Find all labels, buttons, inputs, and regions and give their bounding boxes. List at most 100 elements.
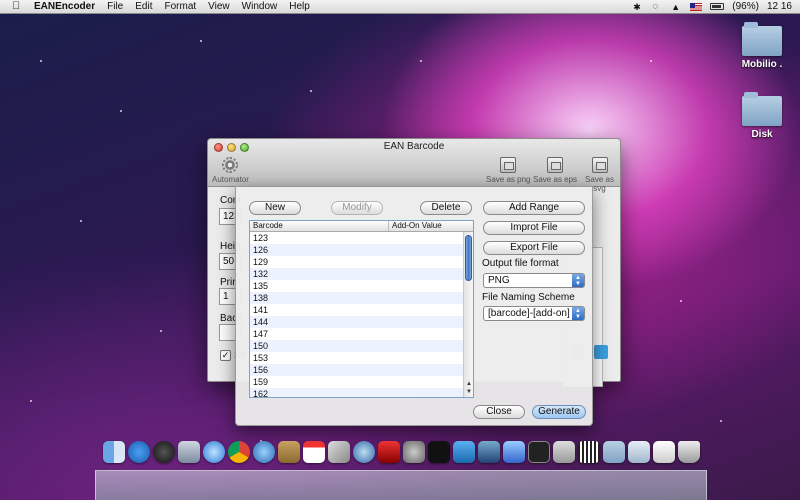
photo-booth-icon[interactable] xyxy=(378,441,400,463)
show-checkbox[interactable]: ✓ xyxy=(220,350,231,361)
barcode-cell: 141 xyxy=(253,305,269,315)
import-file-button[interactable]: Improt File xyxy=(483,221,585,235)
window-title: EAN Barcode xyxy=(383,141,445,152)
apple-menu-icon[interactable]:  xyxy=(12,1,22,12)
table-header: Barcode Add-On Value xyxy=(250,221,473,232)
save-svg-icon xyxy=(591,157,608,173)
output-format-value: PNG xyxy=(488,275,510,286)
barcode-list-sheet: New Modify Delete Barcode Add-On Value 1… xyxy=(235,186,593,426)
modify-button[interactable]: Modify xyxy=(331,201,383,215)
menu-clock[interactable]: 12 16 xyxy=(767,1,792,12)
menu-edit[interactable]: Edit xyxy=(129,0,158,14)
table-row[interactable]: 135 xyxy=(250,280,473,292)
scroll-up-icon[interactable]: ▲ xyxy=(466,381,472,387)
naming-scheme-value: [barcode]-[add-on] xyxy=(488,308,570,319)
app-blue-icon[interactable] xyxy=(503,441,525,463)
table-row[interactable]: 138 xyxy=(250,292,473,304)
twitter-icon[interactable] xyxy=(594,345,608,359)
table-row[interactable]: 162 xyxy=(250,388,473,397)
close-button[interactable]: Close xyxy=(473,405,525,419)
menu-view[interactable]: View xyxy=(202,0,236,14)
barcode-app-icon[interactable] xyxy=(578,441,600,463)
facetime-icon[interactable] xyxy=(253,441,275,463)
table-row[interactable]: 150 xyxy=(250,340,473,352)
scrollbar-thumb[interactable] xyxy=(465,235,472,281)
desktop-folder-disk[interactable]: Disk xyxy=(727,92,797,140)
xcode-icon[interactable] xyxy=(478,441,500,463)
table-rows: 123 126 129 132 135 138 141 144 147 150 153 156 159 1… xyxy=(250,232,473,397)
safari-icon[interactable] xyxy=(203,441,225,463)
desktop-folder-mobilio[interactable]: Mobilio . xyxy=(727,22,797,70)
barcode-cell: 144 xyxy=(253,317,269,327)
document-stack-icon[interactable] xyxy=(653,441,675,463)
table-row[interactable]: 147 xyxy=(250,328,473,340)
notes-icon[interactable] xyxy=(278,441,300,463)
automator-button[interactable]: Automator xyxy=(212,157,249,184)
barcode-cell: 147 xyxy=(253,329,269,339)
column-barcode[interactable]: Barcode xyxy=(250,221,389,231)
menu-window[interactable]: Window xyxy=(236,0,284,14)
barcode-cell: 135 xyxy=(253,281,269,291)
table-row[interactable]: 153 xyxy=(250,352,473,364)
menu-format[interactable]: Format xyxy=(158,0,202,14)
barcode-cell: 126 xyxy=(253,245,269,255)
documents-folder-icon[interactable] xyxy=(628,441,650,463)
table-row[interactable]: 126 xyxy=(250,244,473,256)
automator-label: Automator xyxy=(212,175,249,184)
naming-scheme-label: File Naming Scheme xyxy=(482,292,575,303)
wifi-icon[interactable]: ◌ xyxy=(652,1,663,12)
system-preferences-icon[interactable] xyxy=(403,441,425,463)
itunes-icon[interactable] xyxy=(353,441,375,463)
menu-help[interactable]: Help xyxy=(283,0,316,14)
save-eps-label: Save as eps xyxy=(533,175,578,184)
table-row[interactable]: 132 xyxy=(250,268,473,280)
battery-percent: (96%) xyxy=(732,1,759,12)
table-row[interactable]: 129 xyxy=(250,256,473,268)
new-button[interactable]: New xyxy=(249,201,301,215)
table-row[interactable]: 123 xyxy=(250,232,473,244)
ean-encoder-icon[interactable] xyxy=(453,441,475,463)
export-file-button[interactable]: Export File xyxy=(483,241,585,255)
finder-icon[interactable] xyxy=(103,441,125,463)
table-row[interactable]: 159 xyxy=(250,376,473,388)
downloads-folder-icon[interactable] xyxy=(603,441,625,463)
menu-file[interactable]: File xyxy=(101,0,129,14)
menu-app-name[interactable]: EANEncoder xyxy=(30,0,101,14)
column-addon[interactable]: Add-On Value xyxy=(389,221,442,231)
naming-scheme-select[interactable]: [barcode]-[add-on] ▲ ▼ xyxy=(483,306,585,321)
barcode-cell: 159 xyxy=(253,377,269,387)
trash-icon[interactable] xyxy=(678,441,700,463)
chrome-icon[interactable] xyxy=(228,441,250,463)
barcode-cell: 150 xyxy=(253,341,269,351)
save-png-button[interactable]: Save as png xyxy=(486,157,530,184)
preview-icon[interactable] xyxy=(178,441,200,463)
volume-icon[interactable]: ▲ xyxy=(671,2,682,12)
app-store-icon[interactable] xyxy=(128,441,150,463)
input-source-flag-icon[interactable] xyxy=(690,2,703,11)
delete-button[interactable]: Delete xyxy=(420,201,472,215)
table-row[interactable]: 144 xyxy=(250,316,473,328)
barcode-cell: 153 xyxy=(253,353,269,363)
table-row[interactable]: 156 xyxy=(250,364,473,376)
terminal-icon[interactable] xyxy=(528,441,550,463)
save-eps-button[interactable]: Save as eps xyxy=(533,157,577,184)
photos-icon[interactable] xyxy=(328,441,350,463)
barcode-table: Barcode Add-On Value 123 126 129 132 135 138 1… xyxy=(249,220,474,398)
table-row[interactable]: 141 xyxy=(250,304,473,316)
dashboard-icon[interactable] xyxy=(153,441,175,463)
automator-icon[interactable] xyxy=(553,441,575,463)
window-titlebar[interactable]: EAN Barcode Automator Save as png Save a… xyxy=(208,139,620,193)
save-eps-icon xyxy=(547,157,564,173)
barcode-cell: 156 xyxy=(253,365,269,375)
battery-icon[interactable] xyxy=(710,3,725,10)
generate-button[interactable]: Generate xyxy=(532,405,586,419)
scroll-down-icon[interactable]: ▼ xyxy=(466,389,472,395)
add-range-button[interactable]: Add Range xyxy=(483,201,585,215)
table-scrollbar[interactable]: ▲ ▼ xyxy=(463,232,473,397)
folder-icon xyxy=(742,92,782,126)
menu-bar:  EANEncoder File Edit Format View Windo… xyxy=(0,0,800,14)
calendar-icon[interactable] xyxy=(303,441,325,463)
terminal-dark-icon[interactable] xyxy=(428,441,450,463)
bluetooth-icon[interactable]: ✱ xyxy=(633,2,644,12)
output-format-select[interactable]: PNG ▲ ▼ xyxy=(483,273,585,288)
